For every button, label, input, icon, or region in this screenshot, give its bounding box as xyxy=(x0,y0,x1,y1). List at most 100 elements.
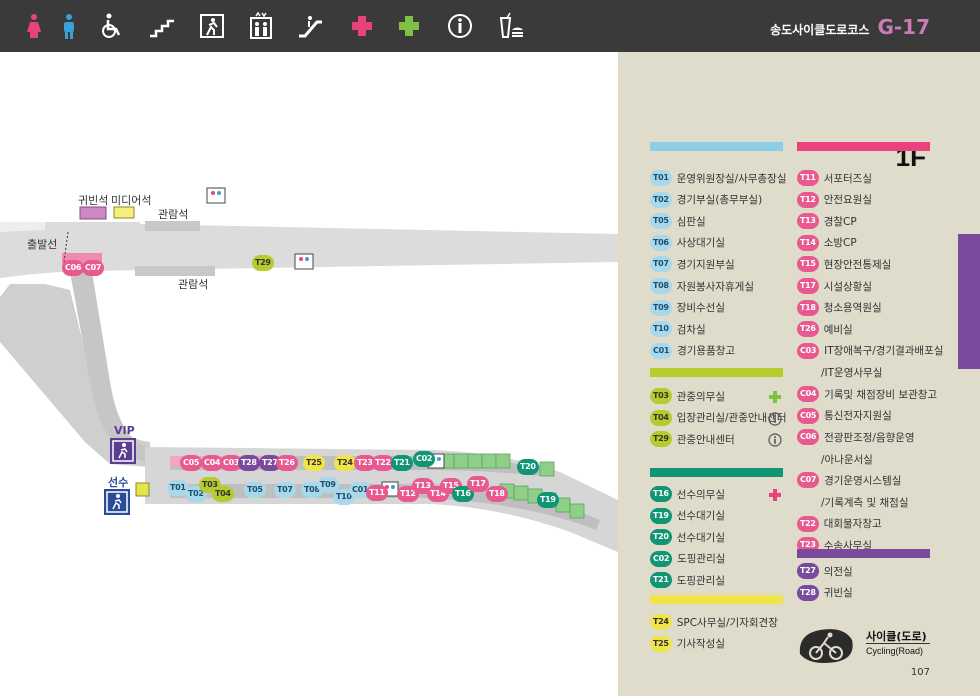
legend-label: 서포터즈실 xyxy=(823,172,873,185)
legend-item-t24: T24 SPC사무실/기자회견장 xyxy=(650,614,778,630)
legend-panel: 1F T01 운영위원장실/사무총장실 T02 경기부실(총무부실) T05 심판실 T06… xyxy=(618,52,980,696)
information-icon xyxy=(768,432,782,447)
legend-label: 소방CP xyxy=(823,237,857,250)
legend-code: C01 xyxy=(650,342,673,359)
legend-label: 경찰CP xyxy=(823,215,857,228)
legend-label-continued: /아나운서실 xyxy=(821,453,873,466)
map-marker-t25: T25 xyxy=(303,455,325,471)
legend-item-t02: T02 경기부실(총무부실) xyxy=(650,191,762,208)
legend-label-continued: /기록계측 및 채점실 xyxy=(821,497,909,509)
legend-label: 청소용역원실 xyxy=(823,302,882,315)
stands-top-label: 관람석 xyxy=(158,208,189,221)
section-tab xyxy=(958,234,980,369)
map-marker-t19: T19 xyxy=(537,492,559,508)
legend-label: 안전요원실 xyxy=(823,194,873,207)
legend-code: C04 xyxy=(797,386,820,402)
legend-code: T16 xyxy=(650,486,672,502)
legend-item-t18: T18 청소용역원실 xyxy=(797,299,882,316)
legend-label: 경기운영시스템실 xyxy=(824,474,902,487)
sport-divider xyxy=(866,643,930,644)
information-icon xyxy=(446,12,474,40)
map-marker-t26: T26 xyxy=(276,455,298,471)
map-marker-t29: T29 xyxy=(252,255,274,271)
legend-item-c04: C04 기록및 채점장비 보관창고 xyxy=(797,386,937,402)
athletes-exit-icon xyxy=(104,489,130,515)
legend-item-t03: T03 관중의무실 xyxy=(650,388,725,404)
legend-item-c06: C06 전광판조정/음향운영 xyxy=(797,429,915,446)
legend-code: T22 xyxy=(797,515,819,532)
restroom-icon-top xyxy=(206,187,226,204)
legend-code: T12 xyxy=(797,191,819,208)
legend-item-t14: T14 소방CP xyxy=(797,234,857,251)
information-icon xyxy=(768,411,782,426)
legend-code: T05 xyxy=(650,213,672,230)
male-restroom-icon xyxy=(55,12,83,40)
legend-code: T07 xyxy=(650,256,672,273)
legend-label: 기사작성실 xyxy=(676,638,726,651)
map-marker-c02: C02 xyxy=(413,451,436,467)
legend-code: T03 xyxy=(650,388,672,404)
vip-label: VIP xyxy=(114,424,135,437)
emergency-exit-icon xyxy=(198,12,226,40)
media-seats-label: 미디어석 xyxy=(111,194,152,207)
venue-code: G-17 xyxy=(877,15,930,39)
legend-item-t10: T10 검차실 xyxy=(650,321,706,338)
legend-label: 예비실 xyxy=(823,323,853,336)
legend-code: C03 xyxy=(797,342,820,359)
legend-label: 경기지원부실 xyxy=(676,258,735,271)
map-marker-t18: T18 xyxy=(486,486,508,502)
legend-item-t16: T16 선수의무실 xyxy=(650,486,725,502)
map-marker-t17: T17 xyxy=(467,476,489,492)
legend-code: T01 xyxy=(650,170,672,186)
legend-code: T29 xyxy=(650,431,672,448)
floor-map: 귀빈석 미디어석 관람석 관람석 출발선 VIP 선수 C06 C07 T29 C05… xyxy=(0,52,618,696)
legend-code: T21 xyxy=(650,572,672,589)
legend-item-c02: C02 도핑관리실 xyxy=(650,550,725,567)
legend-item-t07: T07 경기지원부실 xyxy=(650,256,735,273)
legend-code: T10 xyxy=(650,321,672,338)
first-aid-pink-icon xyxy=(348,12,376,40)
legend-item-t01: T01 운영위원장실/사무총장실 xyxy=(650,170,787,186)
legend-code: T27 xyxy=(797,563,819,579)
top-bar: 송도사이클도로코스 G-17 xyxy=(0,0,980,52)
map-marker-t04: T04 xyxy=(212,486,234,502)
legend-label: 심판실 xyxy=(676,215,706,228)
legend-label: 도핑관리실 xyxy=(676,574,726,587)
legend-item-t26: T26 예비실 xyxy=(797,321,853,338)
legend-bar-lime xyxy=(650,368,783,377)
legend-code: T24 xyxy=(650,614,672,630)
legend-label-continued: /IT운영사무실 xyxy=(821,367,883,380)
legend-item-t04: T04 입장관리실/관중안내센터 xyxy=(650,409,787,426)
stands-bottom-label: 관람석 xyxy=(178,278,209,291)
map-marker-t07: T07 xyxy=(274,482,296,498)
legend-label: 현장안전통제실 xyxy=(823,258,892,271)
legend-code: C07 xyxy=(797,472,820,489)
legend-label: 운영위원장실/사무총장실 xyxy=(676,172,787,185)
page-number: 107 xyxy=(910,667,930,678)
legend-item-t28: T28 귀빈실 xyxy=(797,584,853,601)
legend-label: 사상대기실 xyxy=(676,237,726,250)
legend-label: 관중안내센터 xyxy=(676,433,735,446)
map-marker-t28: T28 xyxy=(238,455,260,471)
legend-label: 시설상황실 xyxy=(823,280,873,293)
first-aid-green-icon xyxy=(395,12,423,40)
legend-code: T14 xyxy=(797,234,819,251)
legend-code: T17 xyxy=(797,278,819,294)
start-line-label: 출발선 xyxy=(27,238,58,251)
legend-item-t25: T25 기사작성실 xyxy=(650,635,726,652)
legend-code: T20 xyxy=(650,529,672,546)
legend-code: T13 xyxy=(797,213,819,230)
map-marker-t05: T05 xyxy=(244,482,266,498)
legend-label: 자원봉사자휴게실 xyxy=(676,280,754,293)
legend-label: 경기용품창고 xyxy=(677,345,736,358)
legend-code: T28 xyxy=(797,584,819,601)
legend-code: C06 xyxy=(797,429,820,446)
legend-item-t15: T15 현장안전통제실 xyxy=(797,256,892,273)
first-aid-green-icon xyxy=(768,389,782,403)
legend-code: T19 xyxy=(650,507,672,524)
legend-item-c05: C05 통신전자지원실 xyxy=(797,407,892,424)
legend-code: T15 xyxy=(797,256,819,273)
legend-bar-purple xyxy=(797,549,930,558)
legend-bar-blue xyxy=(650,142,783,151)
legend-label: 통신전자지원실 xyxy=(824,410,892,423)
